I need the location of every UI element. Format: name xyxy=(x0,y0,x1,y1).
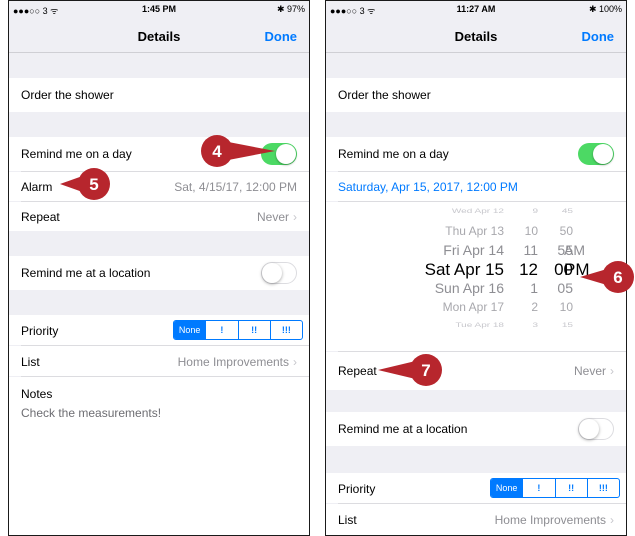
remind-location-label: Remind me at a location xyxy=(21,266,151,280)
priority-low[interactable]: ! xyxy=(522,479,554,497)
repeat-value-text: Never xyxy=(573,364,606,378)
notes-label: Notes xyxy=(21,387,53,401)
list-label: List xyxy=(338,513,357,527)
priority-high[interactable]: !!! xyxy=(269,321,302,339)
picker-minute-option[interactable]: 50 xyxy=(560,224,573,238)
done-button[interactable]: Done xyxy=(265,29,298,44)
remind-location-toggle[interactable] xyxy=(578,418,614,440)
remind-location-label: Remind me at a location xyxy=(338,422,468,436)
task-title-row[interactable]: Order the shower xyxy=(9,78,309,112)
navigation-bar: Details Done xyxy=(326,19,626,53)
notes-text: Check the measurements! xyxy=(21,406,162,420)
chevron-right-icon: › xyxy=(610,364,614,378)
repeat-row[interactable]: Repeat Never › xyxy=(326,352,626,390)
battery-indicator: ✱ 100% xyxy=(588,4,622,14)
notes-section[interactable]: Notes Check the measurements! xyxy=(9,377,309,535)
status-bar: ●●●○○ 3 ᯤ 11:27 AM ✱ 100% xyxy=(326,1,626,19)
repeat-value-text: Never xyxy=(256,210,289,224)
status-time: 11:27 AM xyxy=(456,4,496,14)
repeat-label: Repeat xyxy=(338,364,377,378)
toggle-knob xyxy=(262,263,282,283)
list-label: List xyxy=(21,355,40,369)
remind-day-row: Remind me on a day xyxy=(326,137,626,171)
battery-indicator: ✱ 97% xyxy=(276,4,305,14)
picker-date-option[interactable]: Wed Apr 12 xyxy=(452,208,504,215)
priority-medium[interactable]: !! xyxy=(554,479,587,497)
picker-date-option[interactable]: Mon Apr 17 xyxy=(443,300,504,314)
picker-minute-option[interactable]: 45 xyxy=(562,208,573,215)
picker-date-option[interactable]: Sat Apr 15 xyxy=(425,260,504,280)
list-value-text: Home Improvements xyxy=(177,355,289,369)
remind-day-toggle[interactable] xyxy=(261,143,297,165)
remind-day-row: Remind me on a day xyxy=(9,137,309,171)
picker-hour-option[interactable]: 10 xyxy=(525,224,538,238)
priority-label: Priority xyxy=(21,324,59,338)
list-value: Home Improvements › xyxy=(495,513,614,527)
date-value: Saturday, Apr 15, 2017, 12:00 PM xyxy=(338,180,518,194)
status-time: 1:45 PM xyxy=(141,4,176,14)
picker-ampm-option[interactable]: PM xyxy=(564,260,590,280)
remind-location-toggle[interactable] xyxy=(261,262,297,284)
toggle-knob xyxy=(276,144,296,164)
picker-ampm-option[interactable]: AM xyxy=(564,242,585,258)
priority-row: Priority None ! !! !!! xyxy=(9,315,309,345)
priority-segmented-control: None ! !! !!! xyxy=(490,478,620,498)
priority-medium[interactable]: !! xyxy=(237,321,270,339)
list-value-text: Home Improvements xyxy=(494,513,606,527)
remind-location-row: Remind me at a location xyxy=(326,412,626,446)
alarm-label: Alarm xyxy=(21,180,53,194)
repeat-value: Never › xyxy=(574,364,614,378)
left-screen: ●●●○○ 3 ᯤ 1:45 PM ✱ 97% Details Done Ord… xyxy=(8,0,310,536)
priority-high[interactable]: !!! xyxy=(586,479,619,497)
priority-none[interactable]: None xyxy=(491,479,523,497)
alarm-value: Sat, 4/15/17, 12:00 PM xyxy=(174,180,297,194)
picker-date-option[interactable]: Fri Apr 14 xyxy=(443,242,504,258)
repeat-value: Never › xyxy=(257,210,297,224)
date-time-picker[interactable]: Wed Apr 12 Thu Apr 13 Fri Apr 14 Sat Apr 15… xyxy=(326,202,626,351)
list-row[interactable]: List Home Improvements › xyxy=(9,346,309,376)
navigation-bar: Details Done xyxy=(9,19,309,53)
status-bar: ●●●○○ 3 ᯤ 1:45 PM ✱ 97% xyxy=(9,1,309,19)
toggle-knob xyxy=(593,144,613,164)
picker-hour-option[interactable]: 1 xyxy=(530,280,538,296)
picker-hour-option[interactable]: 2 xyxy=(531,300,538,314)
picker-hour-option[interactable]: 11 xyxy=(523,242,538,258)
done-button[interactable]: Done xyxy=(582,29,615,44)
right-screen: ●●●○○ 3 ᯤ 11:27 AM ✱ 100% Details Done O… xyxy=(325,0,627,536)
date-row[interactable]: Saturday, Apr 15, 2017, 12:00 PM xyxy=(326,172,626,201)
task-title: Order the shower xyxy=(21,88,114,102)
remind-day-label: Remind me on a day xyxy=(21,147,132,161)
repeat-row[interactable]: Repeat Never › xyxy=(9,202,309,231)
repeat-label: Repeat xyxy=(21,210,60,224)
picker-hour-option[interactable]: 12 xyxy=(519,260,538,280)
priority-label: Priority xyxy=(338,482,376,496)
picker-minute-option[interactable]: 10 xyxy=(560,300,573,314)
picker-date-option[interactable]: Thu Apr 13 xyxy=(445,224,504,238)
picker-date-option[interactable]: Tue Apr 18 xyxy=(455,322,504,329)
picker-minute-option[interactable]: 05 xyxy=(557,280,573,296)
task-title-row[interactable]: Order the shower xyxy=(326,78,626,112)
picker-hour-option[interactable]: 9 xyxy=(532,208,538,215)
priority-row: Priority None ! !! !!! xyxy=(326,473,626,503)
task-title: Order the shower xyxy=(338,88,431,102)
priority-none[interactable]: None xyxy=(174,321,206,339)
remind-location-row: Remind me at a location xyxy=(9,256,309,290)
chevron-right-icon: › xyxy=(610,513,614,527)
chevron-right-icon: › xyxy=(293,210,297,224)
picker-hour-option[interactable]: 3 xyxy=(532,322,538,329)
picker-minute-option[interactable]: 15 xyxy=(562,322,573,329)
priority-low[interactable]: ! xyxy=(205,321,237,339)
toggle-knob xyxy=(579,419,599,439)
picker-date-option[interactable]: Sun Apr 16 xyxy=(435,280,504,296)
list-value: Home Improvements › xyxy=(178,355,297,369)
priority-segmented-control: None ! !! !!! xyxy=(173,320,303,340)
chevron-right-icon: › xyxy=(293,355,297,369)
alarm-row[interactable]: Alarm Sat, 4/15/17, 12:00 PM xyxy=(9,172,309,201)
remind-day-toggle[interactable] xyxy=(578,143,614,165)
list-row[interactable]: List Home Improvements › xyxy=(326,504,626,535)
remind-day-label: Remind me on a day xyxy=(338,147,449,161)
